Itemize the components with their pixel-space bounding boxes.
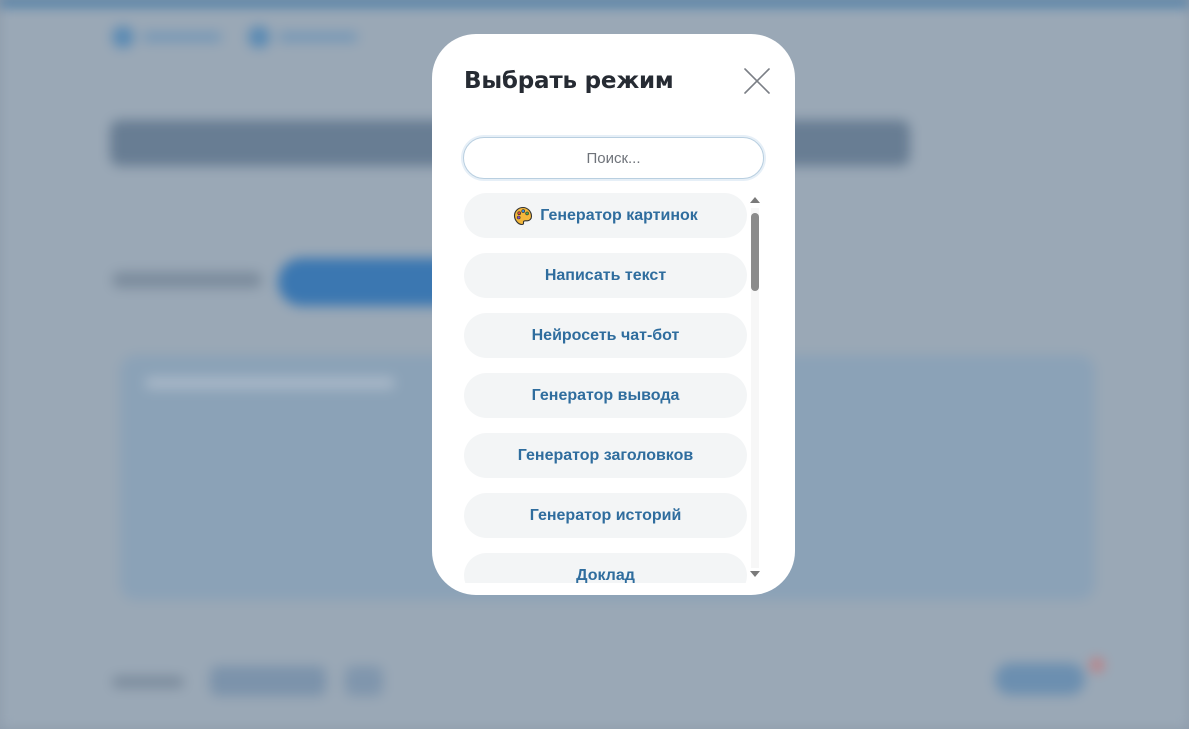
home-icon: [112, 26, 134, 48]
scrollbar-thumb[interactable]: [751, 213, 759, 291]
mode-item-write-text[interactable]: Написать текст: [464, 253, 747, 298]
close-icon: [744, 68, 770, 94]
mode-item-conclusion-generator[interactable]: Генератор вывода: [464, 373, 747, 418]
mode-item-label: Генератор заголовков: [517, 446, 694, 464]
palette-icon: [513, 206, 533, 226]
mode-item-label: Написать текст: [544, 266, 667, 284]
footer-chip: [345, 666, 383, 696]
breadcrumb: [112, 26, 358, 48]
modal-title: Выбрать режим: [464, 68, 674, 94]
breadcrumb-text: [142, 32, 222, 42]
scroll-up-arrow-icon[interactable]: [750, 197, 760, 203]
mode-list[interactable]: Генератор картинок Написать текст Нейрос…: [464, 193, 747, 583]
mode-item-label: Нейросеть чат-бот: [531, 326, 680, 344]
close-button[interactable]: [740, 64, 774, 98]
mode-item-label: Генератор историй: [529, 506, 682, 524]
scroll-down-arrow-icon[interactable]: [750, 571, 760, 577]
footer-chip: [210, 666, 326, 696]
mode-item-label: Доклад: [576, 566, 635, 584]
prompt-placeholder: [145, 377, 395, 389]
breadcrumb-item: [248, 26, 358, 48]
mode-select-modal: Выбрать режим Генератор картинок Написат…: [432, 34, 795, 595]
footer-action: [995, 663, 1085, 695]
mode-item-story-generator[interactable]: Генератор историй: [464, 493, 747, 538]
mode-item-report[interactable]: Доклад: [464, 553, 747, 583]
breadcrumb-text: [278, 32, 358, 42]
mode-item-label: Генератор картинок: [540, 206, 698, 224]
nav-icon: [248, 26, 270, 48]
notification-badge: [1090, 658, 1104, 672]
mode-item-image-generator[interactable]: Генератор картинок: [464, 193, 747, 238]
breadcrumb-item: [112, 26, 222, 48]
mode-item-chatbot[interactable]: Нейросеть чат-бот: [464, 313, 747, 358]
mode-item-label: Генератор вывода: [531, 386, 680, 404]
search-input[interactable]: [463, 137, 764, 179]
mode-item-headline-generator[interactable]: Генератор заголовков: [464, 433, 747, 478]
mode-label: [112, 272, 262, 288]
list-scrollbar[interactable]: [749, 194, 761, 580]
top-bar: [0, 0, 1189, 6]
footer-label: [112, 676, 184, 688]
